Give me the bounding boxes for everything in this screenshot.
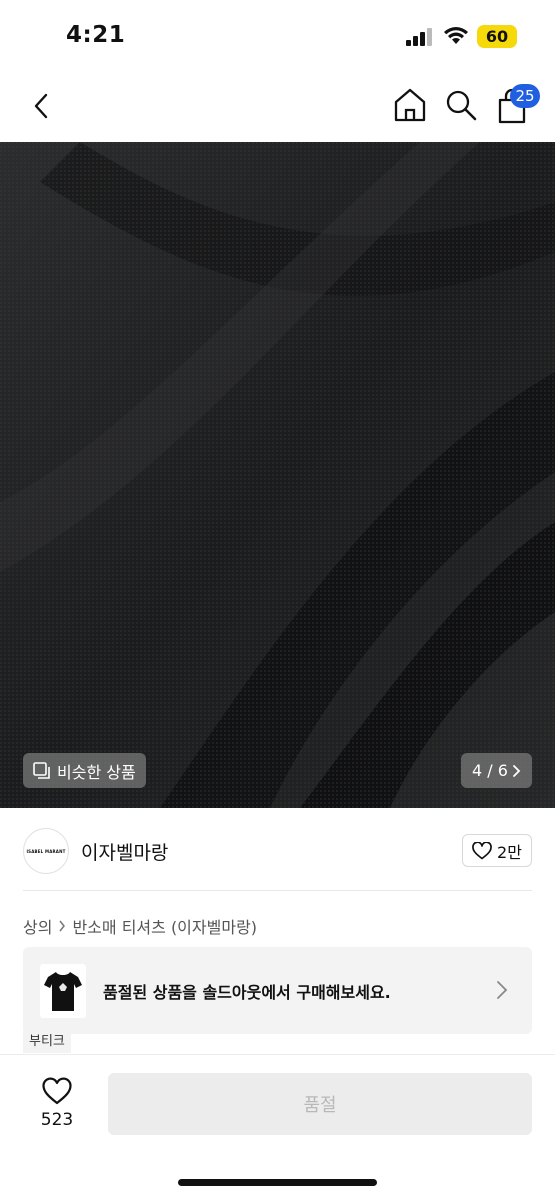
search-icon xyxy=(446,90,477,121)
wishlist-count: 523 xyxy=(40,1110,74,1130)
soldout-banner[interactable]: 품절된 상품을 솔드아웃에서 구매해보세요. xyxy=(23,947,532,1034)
soldout-button[interactable]: 품절 xyxy=(108,1073,532,1135)
breadcrumb: 상의 반소매 티셔츠 (이자벨마랑) xyxy=(23,914,257,938)
brand-row: ISABEL MARANT 이자벨마랑 2만 xyxy=(0,808,555,890)
home-button[interactable] xyxy=(392,86,428,124)
brand-like-button[interactable]: 2만 xyxy=(462,834,532,867)
status-bar: 4:21 60 xyxy=(0,0,555,72)
breadcrumb-item-category[interactable]: 상의 xyxy=(23,914,52,938)
chevron-right-icon xyxy=(497,981,508,999)
cart-badge: 25 xyxy=(510,84,540,108)
similar-products-label: 비슷한 상품 xyxy=(57,762,136,782)
nav-bar xyxy=(0,72,555,142)
heart-icon xyxy=(472,841,492,859)
wishlist-button[interactable]: 523 xyxy=(30,1073,84,1135)
heart-icon xyxy=(42,1077,72,1105)
home-indicator xyxy=(178,1179,377,1186)
brand-logo-text: ISABEL MARANT xyxy=(26,848,66,854)
breadcrumb-item-subcategory[interactable]: 반소매 티셔츠 (이자벨마랑) xyxy=(72,914,257,938)
page-indicator-text: 4 / 6 xyxy=(472,761,508,780)
similar-products-button[interactable]: 비슷한 상품 xyxy=(23,753,146,788)
search-button[interactable] xyxy=(443,86,479,124)
brand-logo[interactable]: ISABEL MARANT xyxy=(23,828,69,874)
back-icon xyxy=(34,93,48,119)
tshirt-icon xyxy=(44,972,82,1011)
breadcrumb-chevron-icon xyxy=(59,920,66,932)
chevron-right-icon xyxy=(513,764,521,777)
home-icon xyxy=(394,88,426,122)
brand-like-count: 2만 xyxy=(497,842,522,862)
brand-name[interactable]: 이자벨마랑 xyxy=(81,838,168,865)
signal-icon xyxy=(406,28,432,46)
battery-icon: 60 xyxy=(477,25,517,48)
boutique-tag: 부티크 xyxy=(23,1031,71,1053)
wifi-icon xyxy=(444,27,468,44)
divider xyxy=(23,890,532,891)
soldout-banner-text: 품절된 상품을 솔드아웃에서 구매해보세요. xyxy=(103,983,391,1002)
image-page-indicator[interactable]: 4 / 6 xyxy=(461,753,532,788)
copy-icon xyxy=(33,761,50,779)
banner-tshirt-thumbnail xyxy=(40,964,86,1018)
product-image[interactable] xyxy=(0,142,555,808)
fabric-folds-image xyxy=(0,142,555,808)
back-button[interactable] xyxy=(26,86,56,126)
status-time: 4:21 xyxy=(66,22,126,48)
